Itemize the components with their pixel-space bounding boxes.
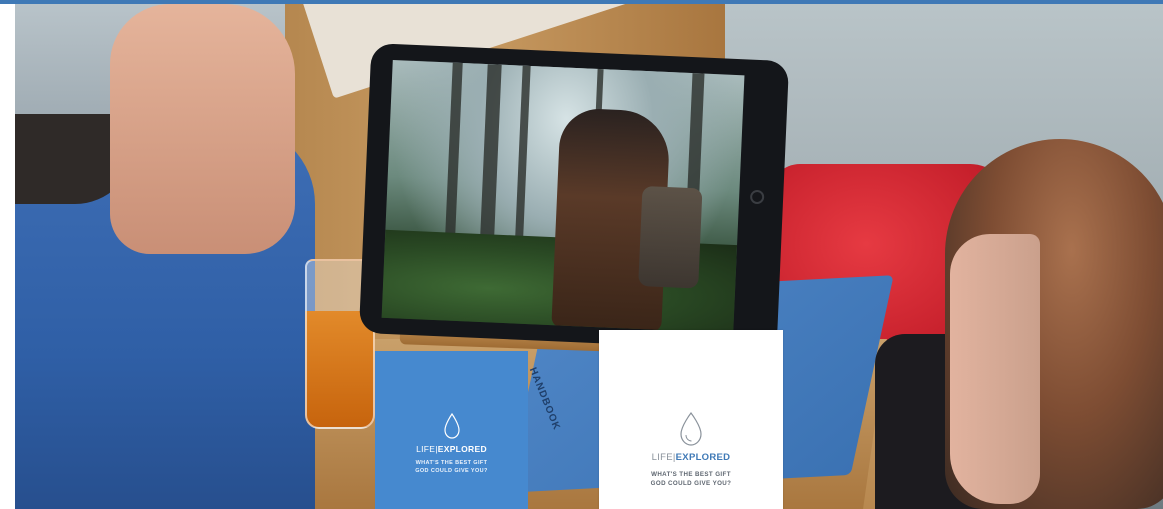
tree — [514, 65, 531, 246]
tablet-screen-video — [381, 59, 745, 334]
tree — [444, 62, 463, 243]
woven-basket — [638, 185, 703, 289]
brand-life: LIFE| — [651, 452, 676, 463]
person-right-face — [950, 234, 1040, 504]
booklet-white-cover: LIFE|EXPLORED WHAT'S THE BEST GIFT GOD C… — [599, 330, 783, 509]
water-drop-icon — [443, 413, 460, 439]
brand-logo: LIFE|EXPLORED — [375, 444, 528, 454]
brand-explored: EXPLORED — [437, 444, 487, 454]
brand-explored: EXPLORED — [675, 452, 731, 463]
booklet-tagline: WHAT'S THE BEST GIFT GOD COULD GIVE YOU? — [599, 471, 783, 488]
booklet-blue-cover: LIFE|EXPLORED WHAT'S THE BEST GIFT GOD C… — [375, 351, 528, 509]
tagline-line-2: GOD COULD GIVE YOU? — [650, 479, 732, 487]
tagline-line-2: GOD COULD GIVE YOU? — [415, 467, 488, 474]
person-left-hand — [110, 4, 295, 254]
brand-life: LIFE| — [416, 444, 438, 454]
booklet-tagline: WHAT'S THE BEST GIFT GOD COULD GIVE YOU? — [375, 460, 528, 475]
tablet-device — [358, 43, 790, 351]
tagline-line-1: WHAT'S THE BEST GIFT — [415, 460, 488, 466]
brand-logo: LIFE|EXPLORED — [599, 452, 783, 463]
tagline-line-1: WHAT'S THE BEST GIFT — [651, 471, 731, 478]
tablet-home-button — [749, 189, 765, 205]
water-drop-icon — [680, 412, 702, 446]
tree — [479, 64, 502, 245]
hero-photo: HANDBOOK — [15, 4, 1163, 509]
